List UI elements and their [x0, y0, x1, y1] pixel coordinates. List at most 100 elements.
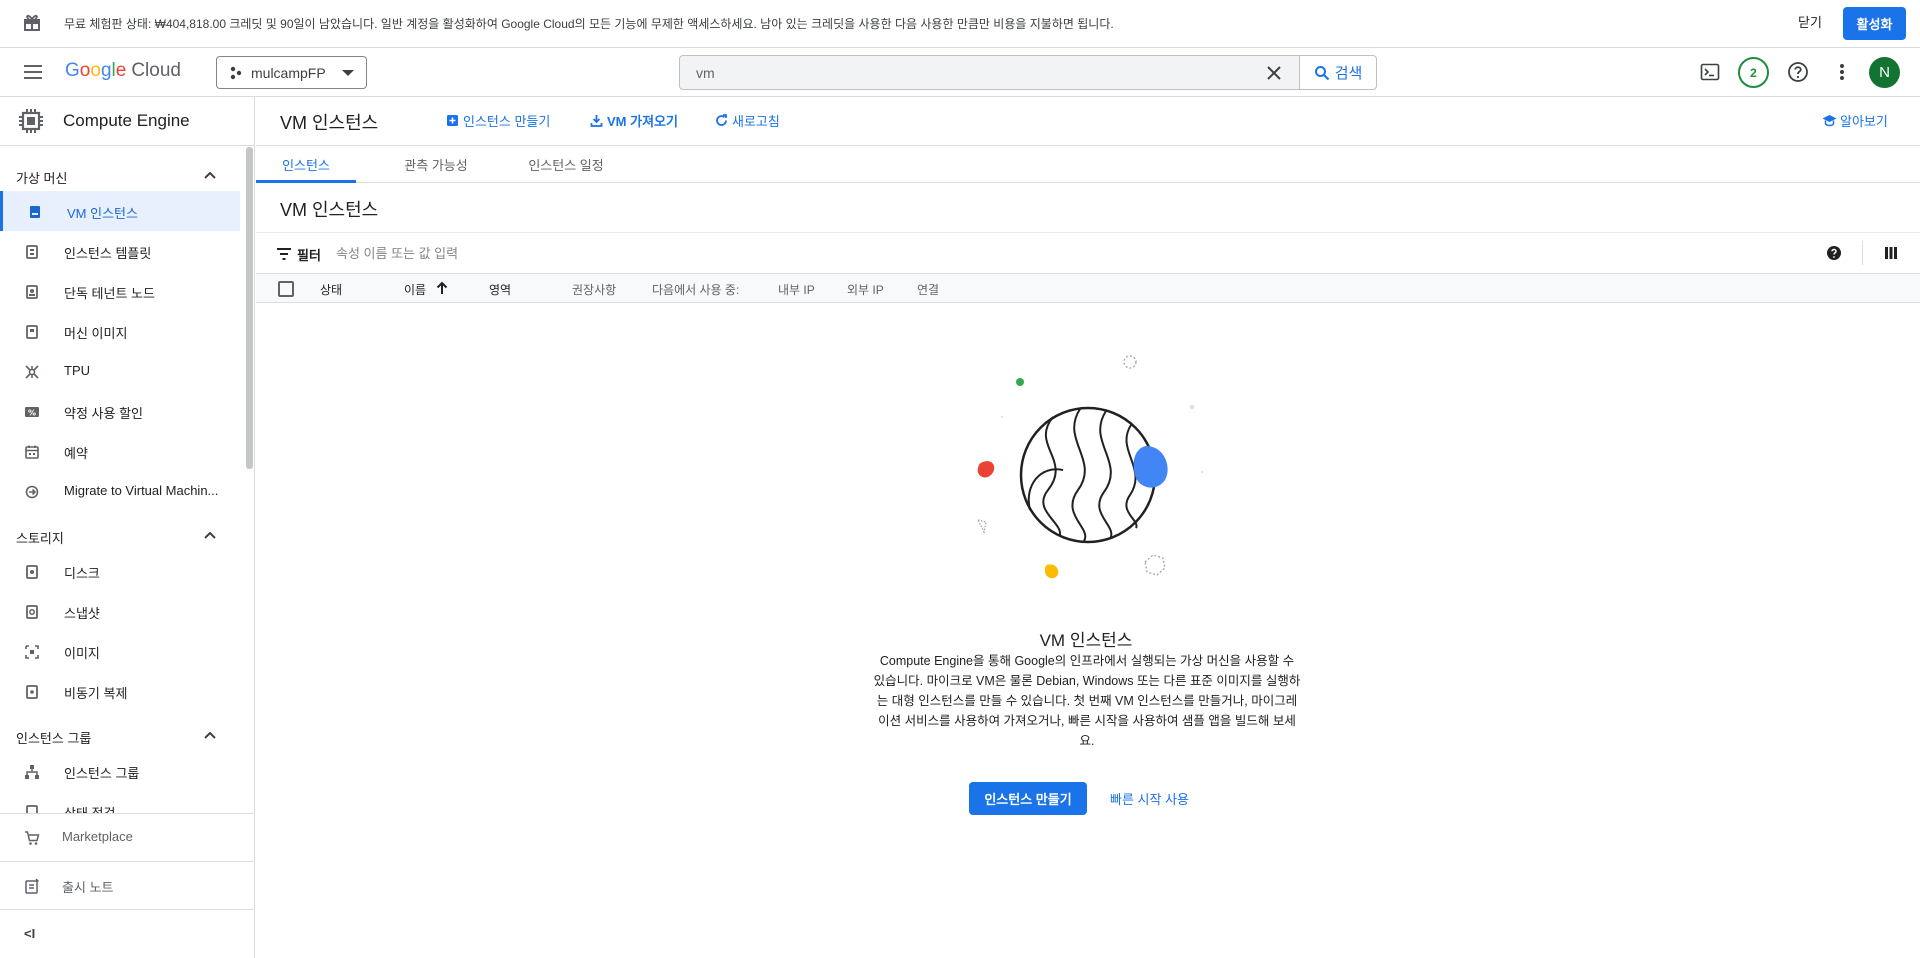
column-external-ip: 외부 IP — [847, 283, 884, 297]
table-header: 상태 이름 영역 권장사항 다음에서 사용 중: 내부 IP 외부 IP 연결 — [256, 274, 1920, 303]
refresh-button[interactable]: 새로고침 — [714, 111, 780, 130]
import-vm-button[interactable]: VM 가져오기 — [589, 111, 678, 130]
search-button[interactable]: 검색 — [1300, 56, 1376, 89]
google-cloud-logo[interactable]: Google Cloud — [65, 60, 181, 82]
sidebar-item-instance-templates[interactable]: 인스턴스 템플릿 — [0, 231, 240, 271]
vm-globe-illustration — [976, 355, 1203, 579]
replication-icon — [26, 685, 38, 699]
sidebar-item-disks[interactable]: 디스크 — [0, 551, 240, 591]
project-nodes-icon — [229, 66, 243, 80]
calendar-icon — [25, 445, 39, 459]
tab-instance-schedules[interactable]: 인스턴스 일정 — [486, 146, 646, 183]
select-all-checkbox[interactable] — [278, 281, 294, 297]
machine-image-icon — [26, 325, 38, 339]
cart-icon — [25, 831, 40, 845]
section-instance-groups[interactable]: 인스턴스 그룹 — [0, 719, 245, 751]
help-icon[interactable] — [1826, 245, 1842, 261]
sidebar-item-images[interactable]: 이미지 — [0, 631, 240, 671]
empty-state-title: VM 인스턴스 — [1039, 631, 1133, 650]
banner-close-button[interactable]: 닫기 — [1798, 12, 1822, 31]
percent-icon: % — [25, 407, 39, 418]
activate-button[interactable]: 활성화 — [1843, 7, 1906, 40]
sidebar-item-snapshots[interactable]: 스냅샷 — [0, 591, 240, 631]
column-status[interactable]: 상태 — [320, 281, 342, 298]
column-connect: 연결 — [917, 283, 940, 297]
product-title: Compute Engine — [63, 111, 190, 130]
chevron-up-icon — [204, 531, 216, 539]
sidebar-marketplace[interactable]: Marketplace — [0, 813, 255, 861]
sidebar-item-vm-instances[interactable]: VM 인스턴스 — [0, 191, 240, 231]
chevron-up-icon — [204, 171, 216, 179]
menu-icon[interactable] — [22, 62, 44, 82]
section-title: VM 인스턴스 — [280, 200, 379, 220]
sidebar-item-migrate[interactable]: Migrate to Virtual Machin... — [0, 471, 240, 511]
column-zone[interactable]: 영역 — [489, 281, 511, 298]
quickstart-link[interactable]: 빠른 시작 사용 — [1110, 789, 1189, 808]
tpu-icon — [25, 365, 39, 379]
tab-bar: 인스턴스 관측 가능성 인스턴스 일정 — [256, 146, 1920, 183]
avatar[interactable]: N — [1869, 57, 1900, 88]
svg-text:%: % — [28, 409, 36, 418]
project-selector[interactable]: mulcampFP — [216, 56, 367, 89]
more-vert-icon[interactable] — [1830, 60, 1854, 84]
sidebar-item-machine-images[interactable]: 머신 이미지 — [0, 311, 240, 351]
top-header: Google Cloud mulcampFP vm 검색 2 N — [0, 48, 1920, 97]
page-title: VM 인스턴스 — [280, 113, 379, 133]
column-internal-ip: 내부 IP — [778, 283, 815, 297]
compute-engine-icon — [16, 106, 46, 136]
product-header: Compute Engine — [0, 97, 255, 146]
sidebar-item-instance-groups[interactable]: 인스턴스 그룹 — [0, 751, 240, 791]
search-input[interactable]: vm — [696, 65, 715, 81]
sidebar: Compute Engine 가상 머신 VM 인스턴스 인스턴스 템플릿 단독… — [0, 97, 255, 958]
release-notes-icon — [25, 878, 40, 894]
sidebar-item-async-replication[interactable]: 비동기 복제 — [0, 671, 240, 711]
gift-icon — [22, 12, 42, 32]
create-instance-cta[interactable]: 인스턴스 만들기 — [969, 782, 1087, 815]
sidebar-scrollbar[interactable] — [246, 147, 253, 469]
learn-button[interactable]: 알아보기 — [1822, 111, 1888, 130]
sidebar-collapse[interactable]: <I — [0, 909, 255, 958]
add-box-icon — [447, 115, 458, 126]
search-bar[interactable]: vm 검색 — [679, 55, 1377, 90]
sidebar-item-health-checks[interactable]: 상태 점검 — [0, 791, 240, 813]
help-icon[interactable] — [1786, 60, 1810, 84]
filter-input[interactable] — [336, 241, 836, 265]
column-name[interactable]: 이름 — [404, 281, 426, 298]
disk-icon — [26, 565, 38, 579]
empty-state-description: Compute Engine을 통해 Google의 인프라에서 실행되는 가상… — [873, 654, 1301, 748]
filter-bar: 필터 — [256, 232, 1920, 274]
sidebar-item-tpu[interactable]: TPU — [0, 351, 240, 391]
sole-tenant-icon — [26, 285, 38, 299]
filter-icon — [277, 248, 291, 260]
column-display-icon[interactable] — [1884, 246, 1898, 260]
section-virtual-machines[interactable]: 가상 머신 — [0, 159, 245, 191]
section-storage[interactable]: 스토리지 — [0, 519, 245, 551]
cloud-shell-icon[interactable] — [1698, 60, 1722, 84]
template-icon — [26, 245, 38, 259]
instance-group-icon — [25, 765, 39, 779]
vm-icon — [30, 206, 40, 218]
tab-instances[interactable]: 인스턴스 — [256, 146, 356, 183]
image-icon — [25, 645, 39, 659]
search-icon — [1314, 65, 1330, 81]
project-name: mulcampFP — [251, 64, 326, 81]
sidebar-item-reservations[interactable]: 예약 — [0, 431, 240, 471]
trial-banner: 무료 체험판 상태: ₩404,818.00 크레딧 및 90일이 남았습니다.… — [0, 0, 1920, 48]
arrow-up-icon[interactable] — [435, 280, 449, 296]
sidebar-item-committed-use-discounts[interactable]: % 약정 사용 할인 — [0, 391, 240, 431]
collapse-icon: <I — [24, 926, 36, 941]
notification-badge[interactable]: 2 — [1738, 57, 1769, 88]
health-check-icon — [26, 805, 38, 813]
caret-down-icon — [342, 70, 354, 76]
migrate-icon — [25, 485, 39, 499]
sidebar-release-notes[interactable]: 출시 노트 — [0, 861, 255, 909]
page-toolbar: VM 인스턴스 인스턴스 만들기 VM 가져오기 새로고침 알아보기 — [256, 97, 1920, 146]
filter-label: 필터 — [297, 248, 321, 263]
clear-icon[interactable] — [1265, 64, 1283, 82]
tab-observability[interactable]: 관측 가능성 — [376, 146, 496, 183]
refresh-icon — [716, 114, 727, 126]
sidebar-item-sole-tenant-nodes[interactable]: 단독 테넌트 노드 — [0, 271, 240, 311]
column-recommendations: 권장사항 — [572, 283, 617, 297]
create-instance-button[interactable]: 인스턴스 만들기 — [445, 111, 550, 130]
sidebar-nav[interactable]: 가상 머신 VM 인스턴스 인스턴스 템플릿 단독 테넌트 노드 머신 이미지 … — [0, 147, 255, 813]
